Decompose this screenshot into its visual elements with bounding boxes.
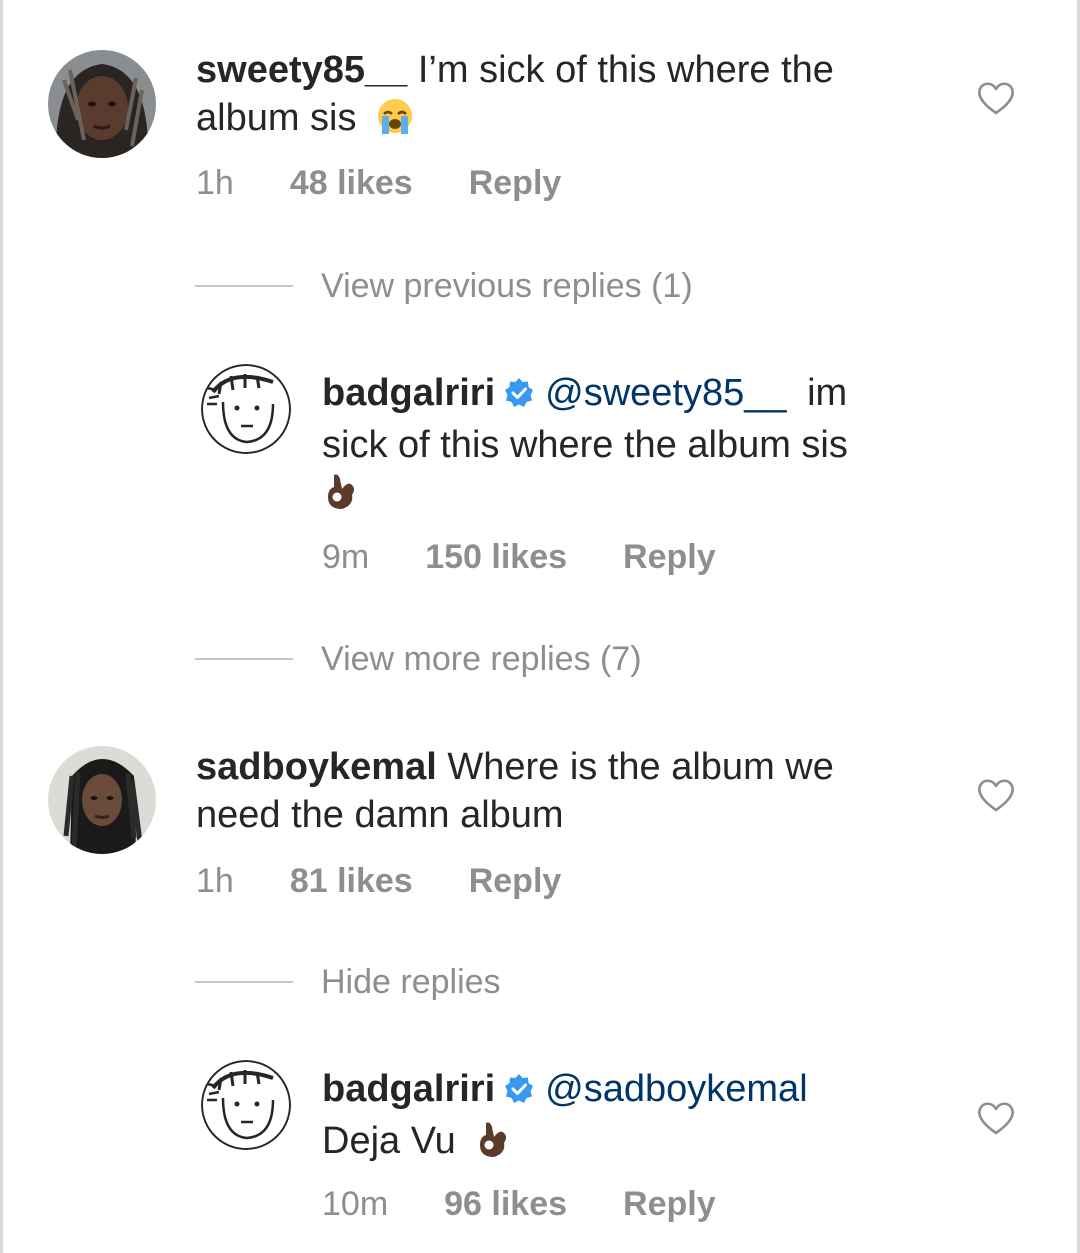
- likes-count[interactable]: 96 likes: [444, 1184, 567, 1224]
- timestamp: 10m: [322, 1185, 389, 1223]
- likes-count[interactable]: 48 likes: [290, 163, 413, 203]
- likes-count[interactable]: 81 likes: [290, 861, 413, 901]
- timestamp: 1h: [196, 862, 234, 900]
- mention-link[interactable]: @sweety85__: [545, 372, 786, 414]
- avatar[interactable]: [201, 1060, 291, 1150]
- ok-hand-icon: [474, 1119, 510, 1171]
- username-link[interactable]: badgalriri: [322, 372, 495, 414]
- reply-text: badgalriri @sadboykemal Deja Vu: [322, 1065, 962, 1171]
- heart-icon[interactable]: [976, 1100, 1016, 1136]
- avatar[interactable]: [48, 50, 156, 158]
- reply-button[interactable]: Reply: [469, 163, 562, 203]
- timestamp: 1h: [196, 164, 234, 202]
- heart-icon[interactable]: [976, 80, 1016, 116]
- comment-text: sadboykemal Where is the album we need t…: [196, 743, 936, 839]
- comment-meta: 1h 48 likes Reply: [196, 163, 617, 203]
- heart-icon[interactable]: [976, 777, 1016, 813]
- thread-divider: [195, 981, 293, 983]
- thread-label: View previous replies (1): [321, 266, 693, 305]
- thread-label: Hide replies: [321, 962, 501, 1001]
- thread-divider: [195, 658, 293, 660]
- username-link[interactable]: sadboykemal: [196, 746, 437, 788]
- hide-replies-button[interactable]: Hide replies: [195, 962, 501, 1002]
- comment-meta: 1h 81 likes Reply: [196, 861, 617, 901]
- comment-body-line2: album sis: [196, 97, 357, 139]
- reply-button[interactable]: Reply: [623, 537, 716, 577]
- thread-label: View more replies (7): [321, 639, 642, 678]
- reply-body-line2: sick of this where the album sis: [322, 424, 848, 466]
- reply-button[interactable]: Reply: [623, 1184, 716, 1224]
- comment-body-line1: Where is the album we: [447, 746, 834, 788]
- verified-badge-icon: [503, 373, 535, 421]
- likes-count[interactable]: 150 likes: [425, 537, 567, 577]
- thread-divider: [195, 285, 293, 287]
- mention-link[interactable]: @sadboykemal: [545, 1068, 807, 1110]
- reply-button[interactable]: Reply: [469, 861, 562, 901]
- loudly-crying-face-icon: [375, 96, 415, 148]
- username-link[interactable]: badgalriri: [322, 1068, 495, 1110]
- reply-body-line1: im: [807, 372, 848, 414]
- verified-badge-icon: [503, 1069, 535, 1117]
- view-more-replies-button[interactable]: View more replies (7): [195, 639, 642, 679]
- avatar[interactable]: [48, 746, 156, 854]
- view-previous-replies-button[interactable]: View previous replies (1): [195, 266, 693, 306]
- ok-hand-icon: [322, 471, 358, 523]
- username-link[interactable]: sweety85__: [196, 49, 407, 91]
- reply-body-line2: Deja Vu: [322, 1120, 456, 1162]
- comment-text: sweety85__ I’m sick of this where the al…: [196, 46, 936, 148]
- reply-text: badgalriri @sweety85__ im sick of this wh…: [322, 369, 962, 523]
- avatar[interactable]: [201, 364, 291, 454]
- left-border: [0, 0, 3, 1253]
- comment-body-line1: I’m sick of this where the: [417, 49, 834, 91]
- reply-meta: 9m 150 likes Reply: [322, 537, 772, 577]
- reply-meta: 10m 96 likes Reply: [322, 1184, 772, 1224]
- timestamp: 9m: [322, 538, 370, 576]
- comment-body-line2: need the damn album: [196, 794, 564, 836]
